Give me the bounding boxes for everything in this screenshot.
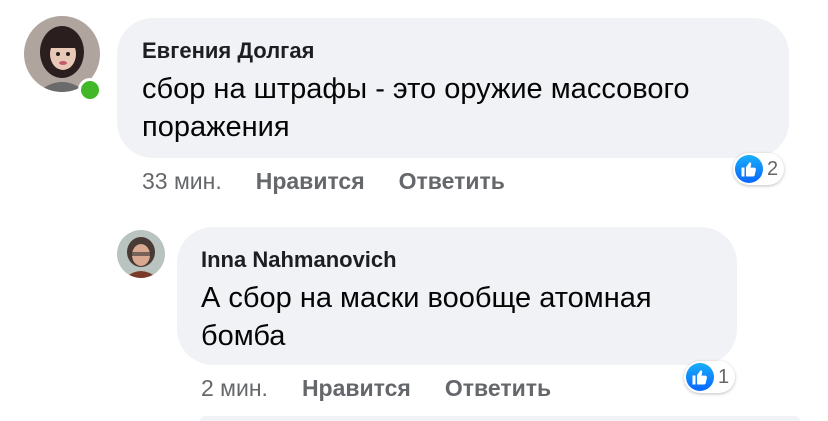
comment-actions: 2 мин. Нравится Ответить [201, 375, 551, 402]
reaction-count: 2 [767, 157, 779, 180]
like-icon [735, 155, 763, 183]
comment-timestamp[interactable]: 2 мин. [201, 375, 268, 402]
avatar[interactable] [117, 230, 165, 278]
reaction-summary[interactable]: 2 [733, 153, 785, 185]
reaction-summary[interactable]: 1 [684, 361, 736, 393]
comment-timestamp[interactable]: 33 мин. [142, 168, 222, 195]
reply-button[interactable]: Ответить [399, 168, 505, 195]
like-icon [686, 363, 714, 391]
comment-author[interactable]: Inna Nahmanovich [201, 247, 397, 273]
comment-text: сбор на штрафы - это оружие массового по… [142, 73, 690, 143]
like-button[interactable]: Нравится [302, 375, 411, 402]
reaction-count: 1 [718, 365, 730, 388]
next-comment-bubble-edge [200, 416, 800, 421]
comment-actions: 33 мин. Нравится Ответить [142, 168, 505, 195]
comment-text: А сбор на маски вообще атомная бомба [201, 282, 652, 352]
comment-author[interactable]: Евгения Долгая [142, 38, 314, 64]
reply-button[interactable]: Ответить [445, 375, 551, 402]
online-status-indicator [78, 78, 102, 102]
like-button[interactable]: Нравится [256, 168, 365, 195]
